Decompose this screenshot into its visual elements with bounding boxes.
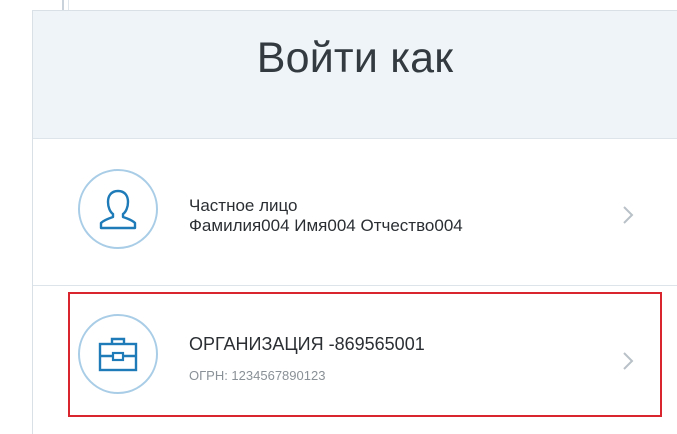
panel-header: Войти как xyxy=(33,11,677,139)
account-option-organization[interactable]: ОРГАНИЗАЦИЯ -869565001 ОГРН: 12345678901… xyxy=(33,286,677,433)
chevron-right-icon xyxy=(623,352,634,370)
chevron-right-icon xyxy=(623,206,634,224)
account-text: ОРГАНИЗАЦИЯ -869565001 ОГРН: 12345678901… xyxy=(189,333,425,383)
login-as-panel: Войти как Частное лицо Фамилия004 Имя004… xyxy=(32,10,677,434)
organization-name: ОРГАНИЗАЦИЯ -869565001 xyxy=(189,334,425,354)
page-title: Войти как xyxy=(256,34,454,82)
avatar xyxy=(78,314,158,394)
user-icon xyxy=(99,189,137,230)
organization-ogrn: ОГРН: 1234567890123 xyxy=(189,368,326,383)
account-text: Частное лицо Фамилия004 Имя004 Отчество0… xyxy=(189,196,463,236)
left-background xyxy=(0,0,32,434)
avatar xyxy=(78,169,158,249)
briefcase-icon xyxy=(98,337,138,372)
account-full-name: Фамилия004 Имя004 Отчество004 xyxy=(189,216,463,235)
account-option-private-person[interactable]: Частное лицо Фамилия004 Имя004 Отчество0… xyxy=(33,139,677,286)
account-type-label: Частное лицо xyxy=(189,196,298,215)
